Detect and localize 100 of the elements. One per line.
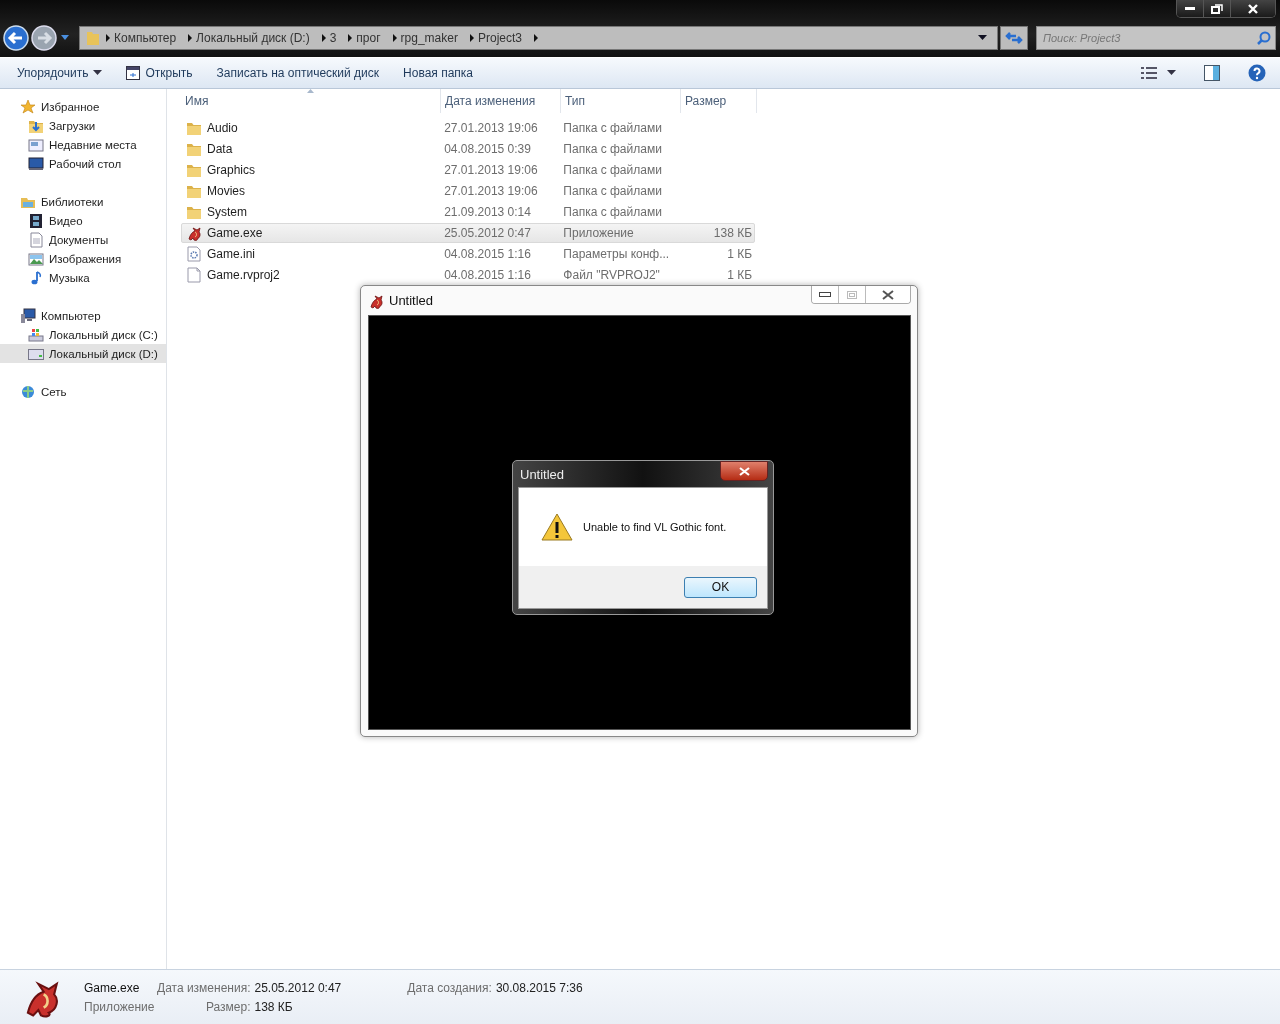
field-value: 138 КБ (254, 999, 294, 1014)
chevron-icon[interactable] (188, 34, 193, 42)
breadcrumb-item[interactable]: Компьютер (110, 31, 183, 45)
breadcrumb-item[interactable]: Project3 (473, 31, 528, 45)
window-title: Untitled (389, 293, 434, 308)
sidebar-section[interactable]: Избранное (0, 97, 166, 116)
file-row[interactable]: Graphics 27.01.2013 19:06 Папка с файлами (181, 160, 755, 180)
file-row[interactable]: Movies 27.01.2013 19:06 Папка с файлами (181, 181, 755, 201)
help-icon[interactable] (1248, 64, 1266, 82)
toolbar-button[interactable]: Открыть (117, 62, 202, 84)
forward-button[interactable] (31, 25, 57, 51)
sidebar-item[interactable]: Локальный диск (C:) (0, 325, 166, 344)
folder-icon (186, 162, 202, 178)
folder-icon (186, 141, 202, 157)
column-header[interactable]: Тип (561, 89, 681, 113)
star-icon (20, 98, 36, 115)
minimize-button[interactable] (812, 286, 838, 303)
chevron-icon[interactable] (469, 34, 474, 42)
sidebar-section[interactable]: Компьютер (0, 306, 166, 325)
date-cell-text: 27.01.2013 19:06 (443, 163, 539, 177)
file-name: Game.rvproj2 (207, 268, 280, 282)
sidebar-item[interactable]: Локальный диск (D:) (0, 344, 166, 363)
breadcrumb-item[interactable]: 3 (325, 31, 343, 45)
file-icon (186, 267, 202, 283)
file-name: Movies (207, 184, 245, 198)
date-cell-text: 27.01.2013 19:06 (443, 121, 539, 135)
search-icon[interactable] (1257, 31, 1271, 45)
address-bar[interactable]: Компьютер Локальный диск (D:) 3 прог rpg_maker Project3 (79, 26, 998, 50)
file-row[interactable]: Game.exe 25.05.2012 0:47 Приложение 138 КБ (181, 223, 755, 243)
sidebar-item[interactable]: Видео (0, 211, 166, 230)
sidebar-item[interactable]: Изображения (0, 249, 166, 268)
back-button[interactable] (3, 25, 29, 51)
document-icon (28, 231, 44, 248)
window-icon (126, 66, 141, 80)
toolbar-button[interactable]: Упорядочить (8, 62, 112, 84)
file-row[interactable]: Game.rvproj2 04.08.2015 1:16 Файл "RVPROJ2" 1 КБ (181, 265, 755, 285)
file-name: Graphics (207, 163, 256, 177)
folder-icon (186, 183, 202, 199)
breadcrumb-item[interactable]: Локальный диск (D:) (192, 31, 316, 45)
minimize-button[interactable] (1177, 0, 1203, 17)
settings-file-icon (186, 246, 202, 262)
chevron-icon[interactable] (348, 34, 353, 42)
dropdown-caret-icon[interactable] (978, 35, 987, 41)
type-cell-text: Папка с файлами (562, 142, 663, 156)
breadcrumb-item[interactable]: rpg_maker (396, 31, 464, 45)
file-name: Game.exe (84, 980, 141, 995)
file-row[interactable]: Audio 27.01.2013 19:06 Папка с файлами (181, 118, 755, 138)
size-cell: 138 КБ (713, 226, 752, 240)
file-name: Data (207, 142, 233, 156)
preview-pane-icon[interactable] (1204, 65, 1220, 81)
type-cell-text: Параметры конф... (562, 247, 671, 261)
sidebar-section[interactable]: Библиотеки (0, 192, 166, 211)
history-dropdown-icon[interactable] (61, 35, 69, 41)
sidebar-item[interactable]: Рабочий стол (0, 154, 166, 173)
breadcrumb-item[interactable]: прог (352, 31, 387, 45)
picture-icon (28, 250, 44, 267)
chevron-icon[interactable] (392, 34, 397, 42)
date-cell-text: 25.05.2012 0:47 (443, 226, 532, 240)
sidebar-item[interactable]: Недавние места (0, 135, 166, 154)
size-cell: 1 КБ (727, 247, 752, 261)
chevron-icon[interactable] (321, 34, 326, 42)
sidebar-item[interactable]: Музыка (0, 268, 166, 287)
sort-arrow-icon (307, 89, 314, 93)
file-name: System (207, 205, 247, 219)
toolbar-button[interactable]: Новая папка (394, 62, 482, 84)
chevron-icon[interactable] (106, 34, 110, 42)
search-field[interactable]: Поиск: Project3 (1036, 26, 1276, 50)
minimize-icon[interactable] (819, 292, 831, 297)
date-cell-text: 27.01.2013 19:06 (443, 184, 539, 198)
view-options-icon[interactable] (1141, 67, 1157, 79)
ok-button[interactable]: OK (684, 576, 757, 598)
date-cell-text: 21.09.2013 0:14 (443, 205, 532, 219)
file-name: Game.exe (207, 226, 263, 240)
maximize-button[interactable] (1203, 0, 1230, 17)
sidebar-item[interactable]: Документы (0, 230, 166, 249)
column-header[interactable]: Размер (681, 89, 757, 113)
refresh-icon[interactable] (1005, 30, 1023, 46)
close-button[interactable] (1230, 0, 1275, 17)
toolbar-button[interactable]: Записать на оптический диск (207, 62, 389, 84)
field-label: Дата изменения: (157, 980, 251, 995)
sidebar-item[interactable]: Загрузки (0, 116, 166, 135)
sidebar-section[interactable]: Сеть (0, 382, 166, 401)
refresh-button[interactable] (1000, 26, 1028, 50)
film-icon (28, 212, 44, 229)
column-header[interactable]: Дата изменения (441, 89, 561, 113)
close-icon[interactable] (882, 289, 894, 300)
close-button[interactable] (865, 286, 910, 303)
file-row[interactable]: System 21.09.2013 0:14 Папка с файлами (181, 202, 755, 222)
file-row[interactable]: Data 04.08.2015 0:39 Папка с файлами (181, 139, 755, 159)
dropdown-caret-icon[interactable] (1167, 70, 1176, 76)
date-cell-text: 04.08.2015 0:39 (443, 142, 532, 156)
close-button[interactable] (720, 461, 768, 481)
computer-icon (20, 307, 36, 324)
file-type: Приложение (84, 999, 154, 1014)
dialog-title: Untitled (519, 466, 565, 482)
column-header[interactable]: Имя (181, 89, 441, 113)
file-row[interactable]: Game.ini 04.08.2015 1:16 Параметры конф... 1 КБ (181, 244, 755, 264)
restore-icon[interactable] (1211, 3, 1223, 14)
field-label: Размер: (204, 999, 251, 1014)
chevron-icon[interactable] (534, 34, 538, 42)
